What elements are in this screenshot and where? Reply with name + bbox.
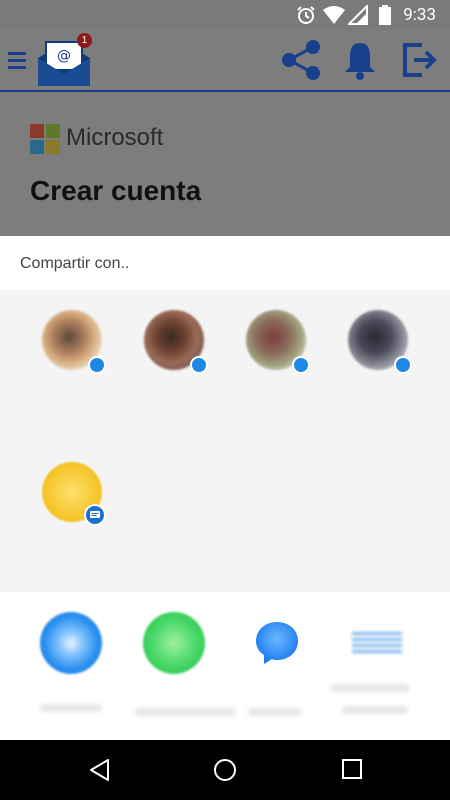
back-icon[interactable] (88, 758, 112, 782)
direct-share-target[interactable] (246, 310, 310, 390)
signal-icon (348, 5, 368, 25)
app-target[interactable] (248, 620, 302, 716)
app-label (330, 684, 410, 692)
alarm-icon (297, 6, 315, 24)
toolbar-divider (0, 90, 450, 92)
share-sheet-header: Compartir con.. (0, 236, 450, 290)
menu-icon[interactable] (8, 50, 26, 72)
direct-share-target[interactable] (348, 310, 412, 390)
direct-share-target[interactable] (144, 310, 208, 390)
messages-icon (84, 504, 106, 526)
wifi-icon (323, 6, 345, 24)
brand-name: Microsoft (66, 124, 164, 151)
microsoft-logo-icon (30, 124, 60, 154)
direct-share-target[interactable] (42, 310, 106, 390)
app-background: @ 1 Microsoft Crear cuenta (0, 30, 450, 236)
page-title: Crear cuenta (30, 175, 202, 206)
home-icon[interactable] (213, 758, 237, 782)
app-icon-green (143, 612, 205, 674)
messenger-icon (292, 356, 310, 374)
messenger-icon (394, 356, 412, 374)
svg-text:@: @ (57, 48, 71, 64)
recents-icon[interactable] (341, 758, 363, 780)
app-icon-blue (40, 612, 102, 674)
navigation-bar (0, 740, 450, 800)
app-icon-blurred (352, 632, 402, 654)
messenger-icon (190, 356, 208, 374)
app-toolbar: @ 1 (0, 30, 450, 92)
app-label (248, 708, 302, 716)
logout-icon[interactable] (402, 42, 438, 78)
notification-badge: 1 (77, 33, 92, 48)
bell-icon[interactable] (342, 40, 378, 80)
app-target[interactable] (135, 612, 235, 716)
share-icon[interactable] (280, 39, 322, 81)
direct-share-target[interactable] (42, 462, 106, 542)
app-label (342, 706, 408, 714)
messenger-icon (88, 356, 106, 374)
share-sheet-title: Compartir con.. (20, 255, 130, 272)
app-target[interactable] (330, 622, 410, 722)
battery-icon (379, 5, 391, 25)
app-label (135, 708, 235, 716)
messenger-icon (256, 622, 298, 664)
status-bar: 9:33 (0, 0, 450, 30)
app-target[interactable] (40, 612, 102, 712)
direct-share-area (0, 290, 450, 592)
app-targets-row (0, 592, 450, 740)
clock: 9:33 (403, 5, 436, 25)
app-label (40, 704, 102, 712)
